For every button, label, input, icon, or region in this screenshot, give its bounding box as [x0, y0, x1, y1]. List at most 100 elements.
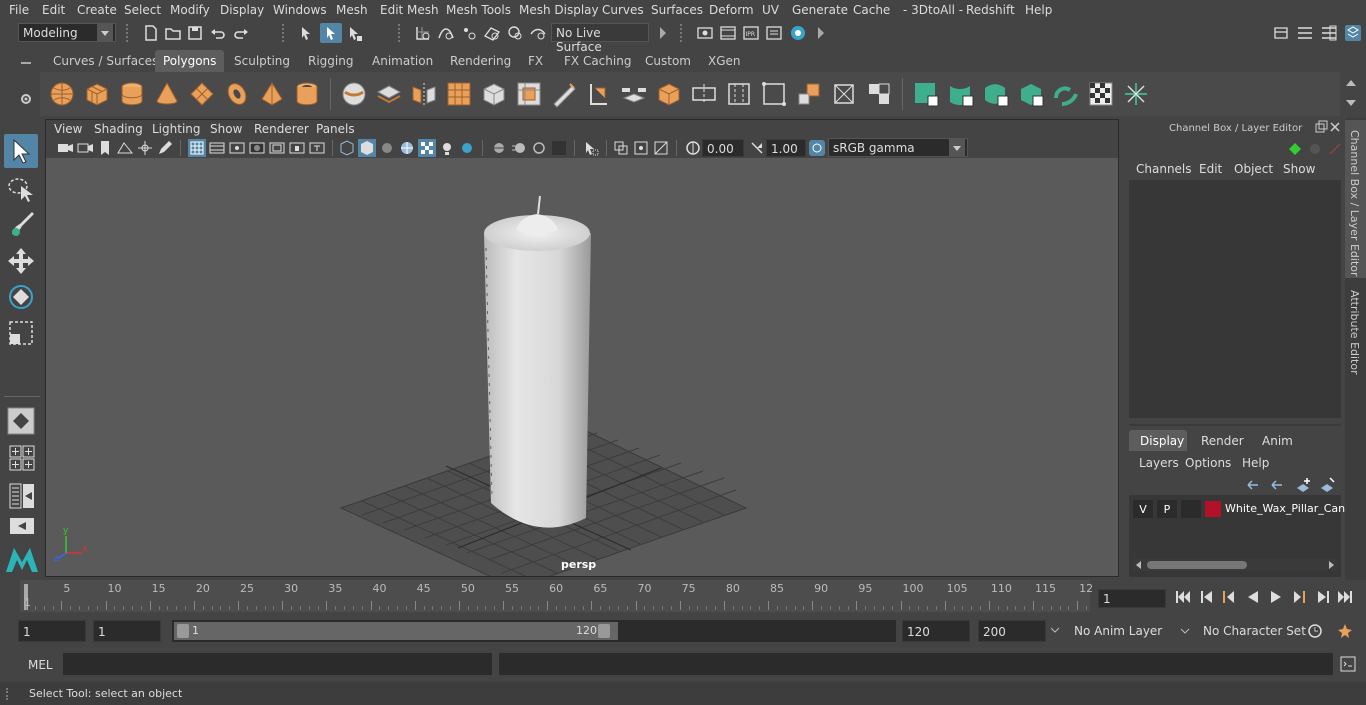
tab-anim[interactable]: Anim	[1262, 434, 1293, 448]
select-tool-button[interactable]	[4, 134, 38, 168]
uv-unfold-icon[interactable]	[1052, 80, 1080, 108]
menu-3dtoall[interactable]: - 3DtoAll -	[903, 3, 963, 17]
range-slider[interactable]: 1 120	[172, 620, 896, 642]
offset-edge-loop-icon[interactable]	[725, 80, 753, 108]
save-scene-icon[interactable]	[186, 24, 204, 42]
poly-sphere-icon[interactable]	[48, 80, 76, 108]
menu-surfaces[interactable]: Surfaces	[651, 3, 703, 17]
poly-cube-icon[interactable]	[83, 80, 111, 108]
scroll-thumb[interactable]	[1147, 561, 1247, 569]
play-forwards-icon[interactable]	[1267, 588, 1285, 606]
make-live-icon[interactable]	[506, 24, 524, 42]
anti-aliasing-icon[interactable]	[530, 139, 548, 157]
collapse-arrow-icon[interactable]	[654, 24, 672, 42]
resolution-gate-icon[interactable]	[228, 139, 246, 157]
new-scene-icon[interactable]	[142, 24, 160, 42]
poly-cone-icon[interactable]	[153, 80, 181, 108]
layer-display-type-toggle[interactable]	[1181, 500, 1201, 518]
step-forward-icon[interactable]	[1314, 588, 1332, 606]
rotate-tool-icon[interactable]	[6, 282, 36, 312]
menu-modify[interactable]: Modify	[170, 3, 210, 17]
render-settings-icon[interactable]	[765, 24, 783, 42]
snap-to-curve-icon[interactable]	[437, 24, 455, 42]
screen-space-ao-icon[interactable]	[490, 139, 508, 157]
menu-cache[interactable]: Cache	[853, 3, 890, 17]
menu-mesh-tools[interactable]: Mesh Tools	[446, 3, 511, 17]
2d-pan-zoom-icon[interactable]	[136, 139, 154, 157]
layer-menu-layers[interactable]: Layers	[1139, 456, 1179, 470]
auto-key-icon[interactable]	[1306, 622, 1324, 640]
menu-edit-mesh[interactable]: Edit Mesh	[380, 3, 439, 17]
time-slider[interactable]: 1 5 10 15 20 25 30 35 40 45 50 55 60 65 70 75 80 85 90 95 10…	[20, 580, 1093, 612]
layer-color-swatch[interactable]	[1205, 501, 1221, 517]
range-slider-start-handle[interactable]	[177, 624, 189, 638]
exposure-field[interactable]: 0.00	[702, 139, 744, 157]
collapse-arrow-icon[interactable]	[812, 24, 830, 42]
lasso-tool-icon[interactable]	[6, 174, 36, 204]
poly-torus-icon[interactable]	[223, 80, 251, 108]
safe-action-icon[interactable]	[288, 139, 306, 157]
combine-icon[interactable]	[340, 80, 368, 108]
extrude-icon[interactable]	[515, 80, 543, 108]
close-icon[interactable]	[1328, 120, 1342, 134]
mode-dropdown[interactable]: Modeling	[18, 23, 116, 42]
color-management-icon[interactable]	[808, 139, 826, 157]
go-to-start-icon[interactable]	[1174, 588, 1192, 606]
bookmark-icon[interactable]	[96, 139, 114, 157]
camera-icon[interactable]	[56, 139, 74, 157]
scene-start-field[interactable]: 1	[18, 620, 86, 642]
layout-two-pane-icon[interactable]	[8, 482, 36, 510]
menu-display[interactable]: Display	[220, 3, 264, 17]
gate-mask-icon[interactable]	[248, 139, 266, 157]
target-weld-icon[interactable]	[585, 80, 613, 108]
script-editor-icon[interactable]	[1339, 655, 1357, 673]
uv-checker-icon[interactable]	[1087, 80, 1115, 108]
channel-box-menu-object[interactable]: Object	[1234, 162, 1273, 176]
snap-to-point-icon[interactable]	[460, 24, 478, 42]
gear-icon[interactable]	[17, 90, 35, 108]
menu-redshift[interactable]: Redshift	[966, 3, 1015, 17]
snap-to-surface-icon[interactable]	[529, 24, 547, 42]
channel-box-key-icon[interactable]	[1286, 140, 1304, 158]
tab-sculpting[interactable]: Sculpting	[234, 50, 290, 72]
channel-box-menu-edit[interactable]: Edit	[1199, 162, 1222, 176]
viewport-menu-show[interactable]: Show	[210, 122, 242, 136]
toggle-attribute-editor-icon[interactable]	[1296, 24, 1314, 42]
viewport-menu-panels[interactable]: Panels	[316, 122, 355, 136]
scroll-left-icon[interactable]	[1133, 559, 1145, 571]
poly-pipe-icon[interactable]	[293, 80, 321, 108]
paint-select-tool-icon[interactable]	[6, 210, 36, 240]
menu-mesh[interactable]: Mesh	[336, 3, 368, 17]
move-layer-up-icon[interactable]	[1244, 476, 1262, 494]
poly-pyramid-icon[interactable]	[258, 80, 286, 108]
step-back-icon[interactable]	[1198, 588, 1216, 606]
anim-layer-dropdown[interactable]: No Anim Layer	[1066, 620, 1192, 642]
multi-cut-icon[interactable]	[550, 80, 578, 108]
soft-select-icon[interactable]	[6, 406, 36, 436]
live-surface-field[interactable]: No Live Surface	[551, 23, 649, 54]
new-layer-from-selection-icon[interactable]	[1318, 476, 1336, 494]
wireframe-on-shaded-icon[interactable]	[398, 139, 416, 157]
tab-rendering[interactable]: Rendering	[450, 50, 511, 72]
bevel-icon[interactable]	[480, 80, 508, 108]
render-view-icon[interactable]	[696, 24, 714, 42]
tab-animation[interactable]: Animation	[372, 50, 433, 72]
channel-box-menu-show[interactable]: Show	[1283, 162, 1315, 176]
layout-quad-icon[interactable]	[8, 444, 36, 472]
select-by-hierarchy-icon[interactable]	[298, 24, 316, 42]
gamma-field[interactable]: 1.00	[766, 139, 806, 157]
default-material-icon[interactable]	[378, 139, 396, 157]
toggle-channel-box-icon[interactable]	[1344, 24, 1362, 42]
scene-end-field[interactable]: 200	[978, 620, 1046, 642]
tab-xgen[interactable]: XGen	[708, 50, 741, 72]
layer-row[interactable]: V P White_Wax_Pillar_Can	[1131, 500, 1345, 520]
go-to-end-icon[interactable]	[1336, 588, 1354, 606]
tab-render[interactable]: Render	[1201, 434, 1244, 448]
viewport-canvas[interactable]: x y z persp	[46, 158, 1118, 576]
snap-to-view-plane-icon[interactable]	[483, 24, 501, 42]
depth-of-field-icon[interactable]	[550, 139, 568, 157]
uv-spherical-icon[interactable]	[982, 80, 1010, 108]
scroll-right-icon[interactable]	[1325, 559, 1337, 571]
playback-end-field[interactable]: 120	[902, 620, 970, 642]
xray-icon[interactable]	[612, 139, 630, 157]
